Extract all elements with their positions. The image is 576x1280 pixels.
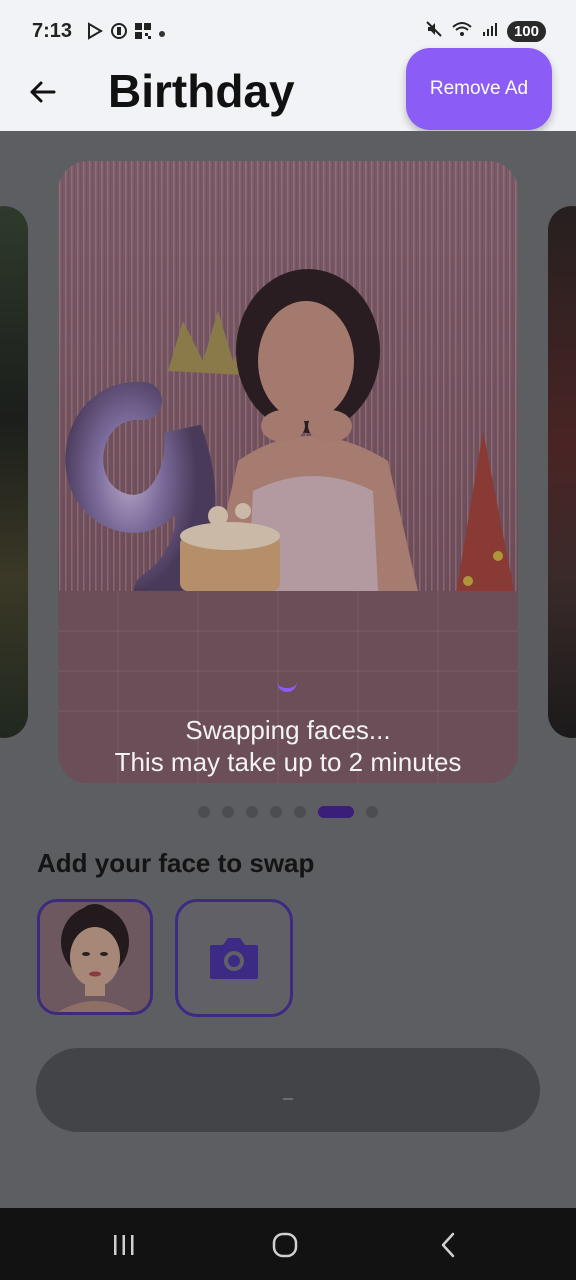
pager-dot[interactable] — [246, 806, 258, 818]
pager-dot[interactable] — [366, 806, 378, 818]
system-nav-bar — [0, 1208, 576, 1280]
pager-dot[interactable] — [198, 806, 210, 818]
notification-dot-icon — [158, 25, 166, 43]
page-title: Birthday — [108, 65, 295, 117]
recents-button[interactable] — [104, 1228, 144, 1262]
pager-dot[interactable] — [318, 806, 354, 818]
nav-back-button[interactable] — [428, 1228, 468, 1262]
home-button[interactable] — [265, 1228, 305, 1262]
carousel-prev-card[interactable] — [0, 206, 28, 738]
selected-face-thumbnail[interactable] — [37, 899, 153, 1015]
recents-icon — [114, 1235, 134, 1255]
swap-status-line2: This may take up to 2 minutes — [114, 747, 462, 777]
qr-icon — [134, 22, 152, 45]
pager-dot[interactable] — [222, 806, 234, 818]
mute-icon — [425, 20, 443, 43]
home-icon — [272, 1232, 298, 1258]
swap-status-line1: Swapping faces... — [185, 715, 391, 745]
wifi-icon — [451, 20, 473, 43]
battery-icon: 100 — [506, 21, 546, 42]
camera-button[interactable] — [175, 899, 293, 1017]
play-store-icon — [86, 22, 104, 45]
nfc-icon — [110, 22, 128, 45]
carousel-next-card[interactable] — [548, 206, 576, 738]
face-photo — [40, 902, 150, 1012]
pager-dot[interactable] — [270, 806, 282, 818]
back-button[interactable] — [22, 72, 62, 112]
arrow-left-icon — [30, 81, 56, 103]
signal-icon — [481, 20, 499, 43]
back-icon — [441, 1232, 455, 1258]
swap-status-text: Swapping faces... This may take up to 2 … — [58, 714, 518, 778]
camera-icon — [210, 938, 258, 979]
carousel-pager — [198, 806, 378, 818]
swap-button-progress — [283, 1098, 293, 1100]
face-section-title: Add your face to swap — [37, 848, 315, 878]
remove-ad-button[interactable]: Remove Ad — [406, 48, 552, 130]
pager-dot[interactable] — [294, 806, 306, 818]
status-time: 7:13 — [32, 20, 73, 42]
swap-button[interactable] — [36, 1048, 540, 1132]
